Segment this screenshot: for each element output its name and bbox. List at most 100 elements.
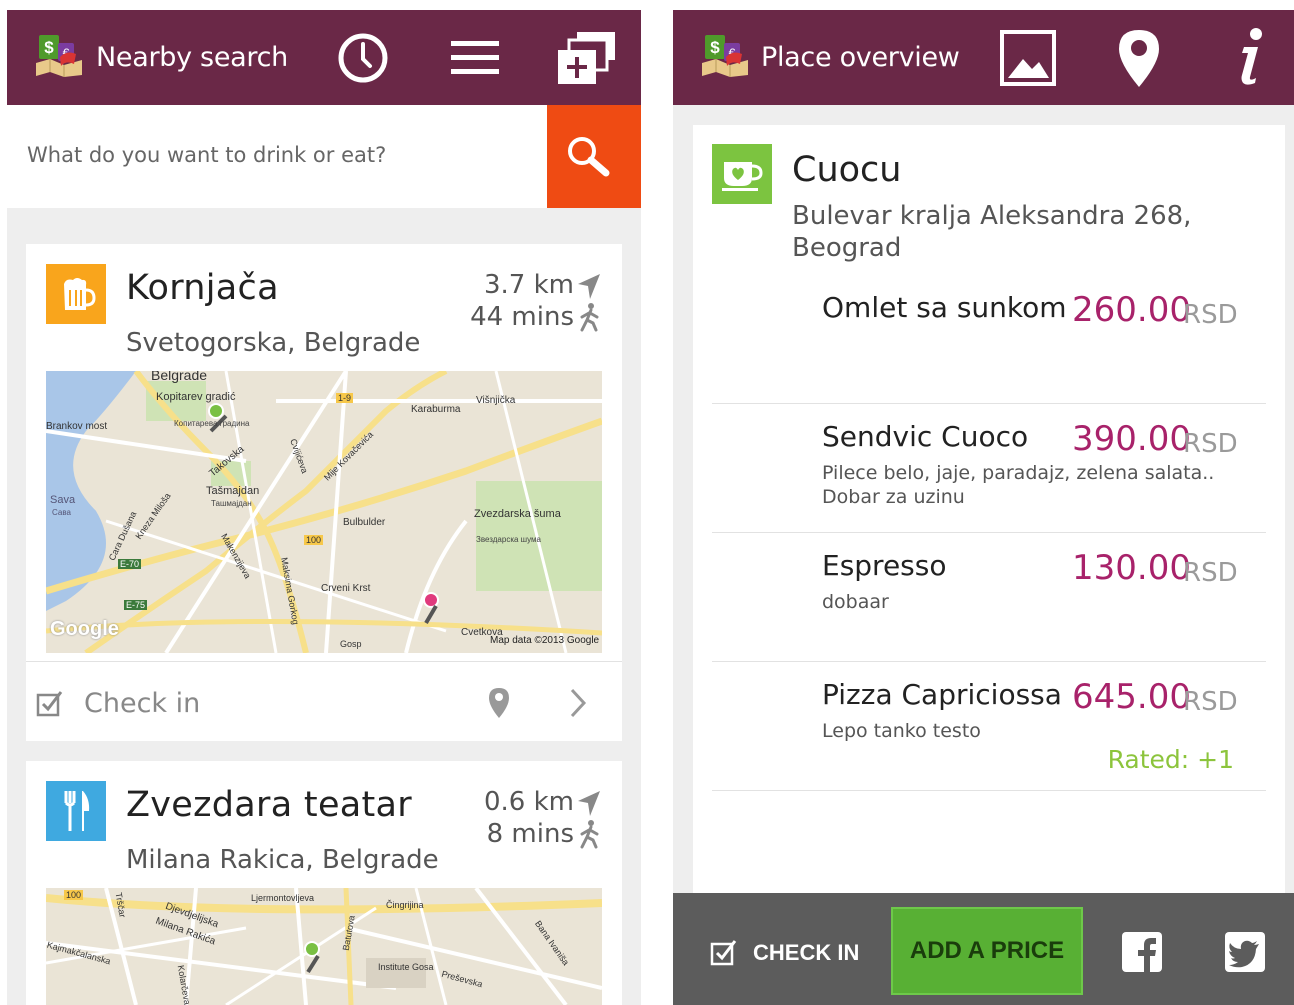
map-pin-icon xyxy=(1119,30,1159,87)
place-name: Zvezdara teatar xyxy=(126,785,412,825)
twitter-icon xyxy=(1229,940,1259,968)
action-bar: $ € Nearby search xyxy=(7,10,641,105)
map-label: Belgrade xyxy=(151,371,208,383)
add-price-button[interactable]: ADD A PRICE xyxy=(891,907,1083,995)
app-logo-icon[interactable]: $ € xyxy=(34,33,84,77)
search-bar xyxy=(7,105,641,208)
map-label: 100 xyxy=(304,535,324,545)
place-card[interactable]: Kornjača Svetogorska, Belgrade 3.7 km 44… xyxy=(26,244,622,741)
item-currency: RSD xyxy=(1183,429,1238,459)
place-address: Svetogorska, Belgrade xyxy=(126,328,421,358)
facebook-share-button[interactable] xyxy=(1122,932,1162,972)
add-stack-icon xyxy=(558,32,615,84)
map-canvas xyxy=(46,888,602,1005)
bottom-action-bar: CHECK IN ADD A PRICE xyxy=(673,893,1294,1005)
item-name: Pizza Capriciossa xyxy=(822,678,1062,711)
facebook-icon xyxy=(1138,938,1156,972)
map-label: Institute Gosa xyxy=(378,962,434,972)
menu-item[interactable]: Sendvic Cuoco 390.00 RSD Pilece belo, ja… xyxy=(712,404,1266,533)
map-label: Sava xyxy=(50,494,76,506)
map-label: Звездарска шума xyxy=(476,535,541,544)
map-view[interactable]: 100 Trščar Djevdjelijska Milana Rakića Č… xyxy=(46,888,602,1005)
map-label: Čingrijina xyxy=(386,900,424,910)
map-label: 100 xyxy=(64,890,84,900)
map-label: E-75 xyxy=(124,600,148,610)
menu-item[interactable]: Espresso 130.00 RSD dobaar xyxy=(712,533,1266,662)
item-currency: RSD xyxy=(1183,300,1238,330)
app-logo-icon[interactable]: $ € xyxy=(700,33,750,77)
menu-item[interactable]: Pizza Capriciossa 645.00 RSD Lepo tanko … xyxy=(712,662,1266,791)
place-address: Milana Rakica, Belgrade xyxy=(126,845,439,875)
category-badge xyxy=(712,144,772,204)
list-menu-icon xyxy=(451,41,499,74)
place-card[interactable]: Zvezdara teatar Milana Rakica, Belgrade … xyxy=(26,761,622,1005)
map-label: E-70 xyxy=(118,559,142,569)
item-description: Pilece belo, jaje, paradajz, zelena sala… xyxy=(822,462,1215,508)
coffee-cup-icon xyxy=(722,162,763,191)
photos-button[interactable] xyxy=(996,26,1060,90)
fork-knife-icon xyxy=(64,791,90,831)
nearby-search-screen: $ € Nearby search What do you want to dr… xyxy=(7,10,641,1005)
image-icon xyxy=(1000,30,1056,86)
item-currency: RSD xyxy=(1183,687,1238,717)
action-bar-title: Nearby search xyxy=(96,42,288,73)
place-address: Bulevar kralja Aleksandra 268, Beograd xyxy=(792,201,1192,263)
svg-text:$: $ xyxy=(44,38,54,57)
search-icon xyxy=(568,136,610,176)
location-button[interactable] xyxy=(1107,26,1171,90)
map-label: Копитарева градина xyxy=(174,419,250,428)
map-label: Brankov most xyxy=(46,421,108,432)
chevron-right-icon[interactable] xyxy=(569,688,587,718)
map-label: Zvezdarska šuma xyxy=(474,508,561,520)
item-name: Espresso xyxy=(822,549,947,582)
twitter-share-button[interactable] xyxy=(1225,932,1265,972)
navigation-arrow-icon xyxy=(578,791,600,816)
item-price: 645.00 xyxy=(1072,677,1191,717)
walk-time-label: 8 mins xyxy=(486,819,574,849)
add-place-button[interactable] xyxy=(554,26,618,90)
walking-person-icon xyxy=(580,820,599,849)
walk-time-label: 44 mins xyxy=(470,302,574,332)
map-label: Ljermontovljeva xyxy=(251,893,315,903)
item-price: 390.00 xyxy=(1072,419,1191,459)
item-price: 130.00 xyxy=(1072,548,1191,588)
map-label: Višnjička xyxy=(476,395,516,406)
map-label: Bulbulder xyxy=(343,517,386,528)
menu-button[interactable] xyxy=(443,26,507,90)
info-button[interactable] xyxy=(1218,26,1282,90)
item-name: Omlet sa sunkom xyxy=(822,291,1067,324)
item-price: 260.00 xyxy=(1072,290,1191,330)
map-attribution: Map data ©2013 Google xyxy=(490,635,600,646)
map-view[interactable]: Belgrade Kopitarev gradić Копитарева гра… xyxy=(46,371,602,653)
map-label: Kopitarev gradić xyxy=(156,391,236,403)
category-badge xyxy=(46,264,106,324)
place-overview-screen: $ € Place overview Cuocu Bulevar kralja … xyxy=(673,10,1294,1005)
checkbox-icon[interactable] xyxy=(710,938,738,966)
clock-icon xyxy=(338,33,388,83)
action-bar: $ € Place overview xyxy=(673,10,1294,105)
info-icon xyxy=(1241,28,1262,85)
place-name: Kornjača xyxy=(126,268,279,308)
map-label: 1-9 xyxy=(336,393,354,403)
checkin-label: Check in xyxy=(84,688,201,719)
distance-label: 3.7 km xyxy=(484,270,574,300)
map-label: Gosp xyxy=(340,639,362,649)
item-rating: Rated: +1 xyxy=(1107,745,1234,774)
item-description: Lepo tanko testo xyxy=(822,720,981,742)
distance-label: 0.6 km xyxy=(484,787,574,817)
menu-item[interactable]: Omlet sa sunkom 260.00 RSD xyxy=(712,265,1266,404)
map-label: Сава xyxy=(52,508,71,517)
category-badge xyxy=(46,781,106,841)
item-description: dobaar xyxy=(822,591,889,613)
google-logo: Google xyxy=(50,618,119,640)
checkin-button[interactable]: CHECK IN xyxy=(753,940,859,966)
item-name: Sendvic Cuoco xyxy=(822,420,1029,453)
search-button[interactable] xyxy=(547,105,641,208)
history-button[interactable] xyxy=(331,26,395,90)
map-pin-icon[interactable] xyxy=(486,686,512,720)
place-overview-card: Cuocu Bulevar kralja Aleksandra 268, Beo… xyxy=(693,125,1285,905)
beer-mug-icon xyxy=(64,278,96,310)
item-currency: RSD xyxy=(1183,558,1238,588)
checkin-row[interactable]: Check in xyxy=(26,661,622,741)
search-input[interactable] xyxy=(27,135,527,175)
